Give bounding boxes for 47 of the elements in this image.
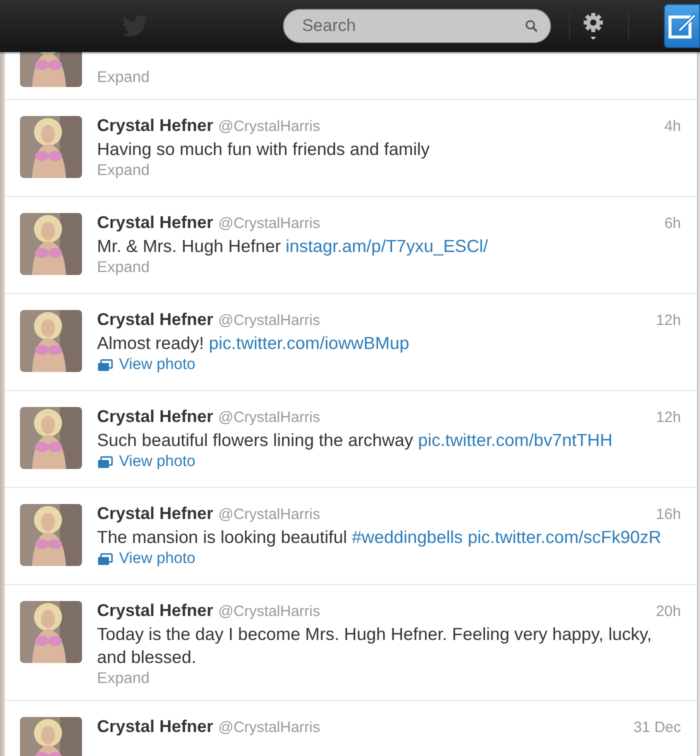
user-name[interactable]: Crystal Hefner (97, 601, 214, 621)
user-handle: @CrystalHarris (218, 409, 320, 426)
compose-icon (666, 12, 697, 40)
search-bar[interactable]: Search (282, 9, 551, 43)
tweet-time[interactable]: 4h (664, 118, 681, 135)
tweet-text: Having so much fun with friends and family (97, 138, 431, 161)
expand-link[interactable]: Expand (97, 259, 150, 277)
tweet-text: The mansion is looking beautiful #weddingbells pic.twitter.com/scFk90zR (97, 526, 662, 549)
view-photo-link[interactable]: View photo (97, 356, 196, 374)
user-name[interactable]: Crystal Hefner (97, 310, 214, 330)
photo-icon (97, 552, 113, 566)
expand-link[interactable]: Expand (97, 670, 150, 688)
user-handle: @CrystalHarris (218, 312, 320, 329)
tweet-link[interactable]: pic.twitter.com/iowwBMup (208, 333, 410, 353)
photo-icon (97, 456, 113, 468)
user-name[interactable]: Crystal Hefner (97, 213, 214, 233)
tweet-text: Mr. & Mrs. Hugh Hefner instagr.am/p/T7yxu_ESCl/ (97, 235, 489, 258)
user-name[interactable]: Crystal Hefner (97, 504, 214, 524)
tweet-time[interactable]: 12h (656, 409, 681, 426)
user-handle: @CrystalHarris (218, 215, 320, 232)
user-name[interactable]: Crystal Hefner (97, 116, 214, 136)
tweet-link[interactable]: #weddingbells (352, 527, 463, 547)
expand-link[interactable]: Expand (97, 162, 150, 180)
tweet-text: Almost ready! pic.twitter.com/iowwBMup (97, 332, 410, 355)
tweet-link[interactable]: instagr.am/p/T7yxu_ESCl/ (286, 236, 488, 256)
tweet-link[interactable]: pic.twitter.com/bv7ntTHH (418, 430, 613, 450)
tweet-text: Today is the day I become Mrs. Hugh Hefner. Feeling very happy, lucky, and blessed. (97, 623, 653, 669)
user-name[interactable]: Crystal Hefner (97, 407, 214, 427)
user-handle: @CrystalHarris (218, 118, 320, 135)
tweet-time[interactable]: 20h (656, 603, 681, 620)
user-name[interactable]: Crystal Hefner (97, 717, 214, 737)
expand-link[interactable]: Expand (97, 69, 150, 87)
user-handle: @CrystalHarris (218, 719, 320, 736)
search-icon[interactable] (524, 18, 538, 34)
photo-icon (97, 358, 113, 372)
tweet-time[interactable]: 16h (656, 506, 681, 523)
compose-button[interactable] (664, 4, 700, 48)
tweet-link[interactable]: pic.twitter.com/scFk90zR (468, 527, 662, 547)
user-handle: @CrystalHarris (218, 506, 320, 523)
view-photo-link[interactable]: View photo (97, 550, 196, 568)
search-input[interactable]: Search (300, 15, 525, 37)
user-handle: @CrystalHarris (218, 603, 320, 620)
tweet-time[interactable]: 6h (664, 215, 681, 232)
tweet-time[interactable]: 31 Dec (633, 719, 681, 736)
view-photo-link[interactable]: View photo (97, 453, 196, 471)
tweet-text: Such beautiful flowers lining the archway pic.twitter.com/bv7ntTHH (97, 429, 614, 452)
tweet-time[interactable]: 12h (656, 312, 681, 329)
